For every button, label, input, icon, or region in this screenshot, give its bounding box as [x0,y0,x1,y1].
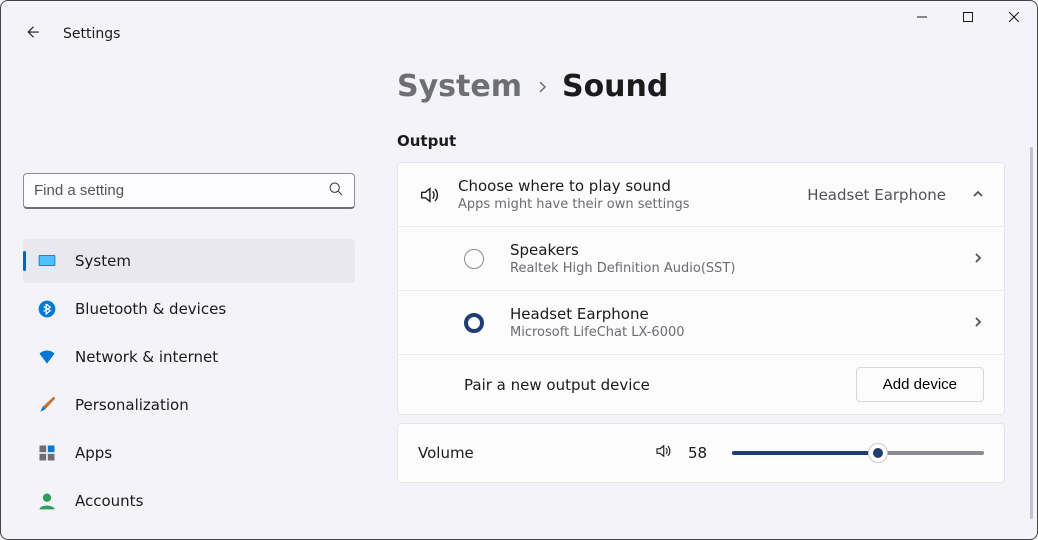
selected-output-value: Headset Earphone [807,186,946,204]
apps-icon [37,443,57,463]
search-input[interactable] [34,182,328,199]
minimize-button[interactable] [899,1,945,33]
speaker-icon[interactable] [654,442,672,464]
sidebar-item-accounts[interactable]: Accounts [23,479,355,523]
sidebar-item-label: Bluetooth & devices [75,300,226,318]
section-title-output: Output [397,132,1005,150]
sidebar-item-bluetooth[interactable]: Bluetooth & devices [23,287,355,331]
device-name: Headset Earphone [510,305,954,323]
breadcrumb-parent[interactable]: System [397,69,522,104]
device-sub: Realtek High Definition Audio(SST) [510,261,954,276]
sidebar-item-label: System [75,252,131,270]
add-device-button[interactable]: Add device [856,367,984,402]
volume-label: Volume [418,444,638,462]
close-button[interactable] [991,1,1037,33]
sidebar-item-label: Accounts [75,492,143,510]
volume-row: Volume 58 [398,424,1004,482]
search-icon [328,181,344,201]
scrollbar[interactable] [1030,147,1033,519]
app-title: Settings [63,26,120,42]
device-name: Speakers [510,241,954,259]
sidebar-item-label: Personalization [75,396,189,414]
radio-selected-icon[interactable] [464,313,484,333]
speaker-icon [418,184,440,206]
chevron-up-icon [972,185,984,204]
sidebar-item-personalization[interactable]: Personalization [23,383,355,427]
person-icon [37,491,57,511]
chevron-right-icon[interactable] [972,313,984,332]
brush-icon [37,395,57,415]
system-icon [37,251,57,271]
sidebar-item-label: Apps [75,444,112,462]
device-sub: Microsoft LifeChat LX-6000 [510,325,954,340]
chevron-right-icon [536,78,548,97]
device-speakers-row[interactable]: Speakers Realtek High Definition Audio(S… [398,227,1004,291]
choose-output-row[interactable]: Choose where to play sound Apps might ha… [398,163,1004,227]
sidebar-item-apps[interactable]: Apps [23,431,355,475]
sidebar-item-network[interactable]: Network & internet [23,335,355,379]
pair-device-row: Pair a new output device Add device [398,355,1004,414]
output-card: Choose where to play sound Apps might ha… [397,162,1005,415]
sidebar-item-label: Network & internet [75,348,218,366]
volume-slider[interactable] [732,443,984,463]
pair-label: Pair a new output device [464,376,838,394]
bluetooth-icon [37,299,57,319]
breadcrumb: System Sound [397,69,1005,104]
chevron-right-icon[interactable] [972,249,984,268]
search-input-wrap[interactable] [23,173,355,209]
back-button[interactable] [23,23,41,45]
sidebar-item-system[interactable]: System [23,239,355,283]
device-headset-row[interactable]: Headset Earphone Microsoft LifeChat LX-6… [398,291,1004,355]
choose-output-title: Choose where to play sound [458,177,789,195]
maximize-button[interactable] [945,1,991,33]
choose-output-sub: Apps might have their own settings [458,197,789,212]
volume-value: 58 [688,444,716,462]
wifi-icon [37,347,57,367]
breadcrumb-current: Sound [562,69,668,104]
radio-unselected-icon[interactable] [464,249,484,269]
volume-card: Volume 58 [397,423,1005,483]
